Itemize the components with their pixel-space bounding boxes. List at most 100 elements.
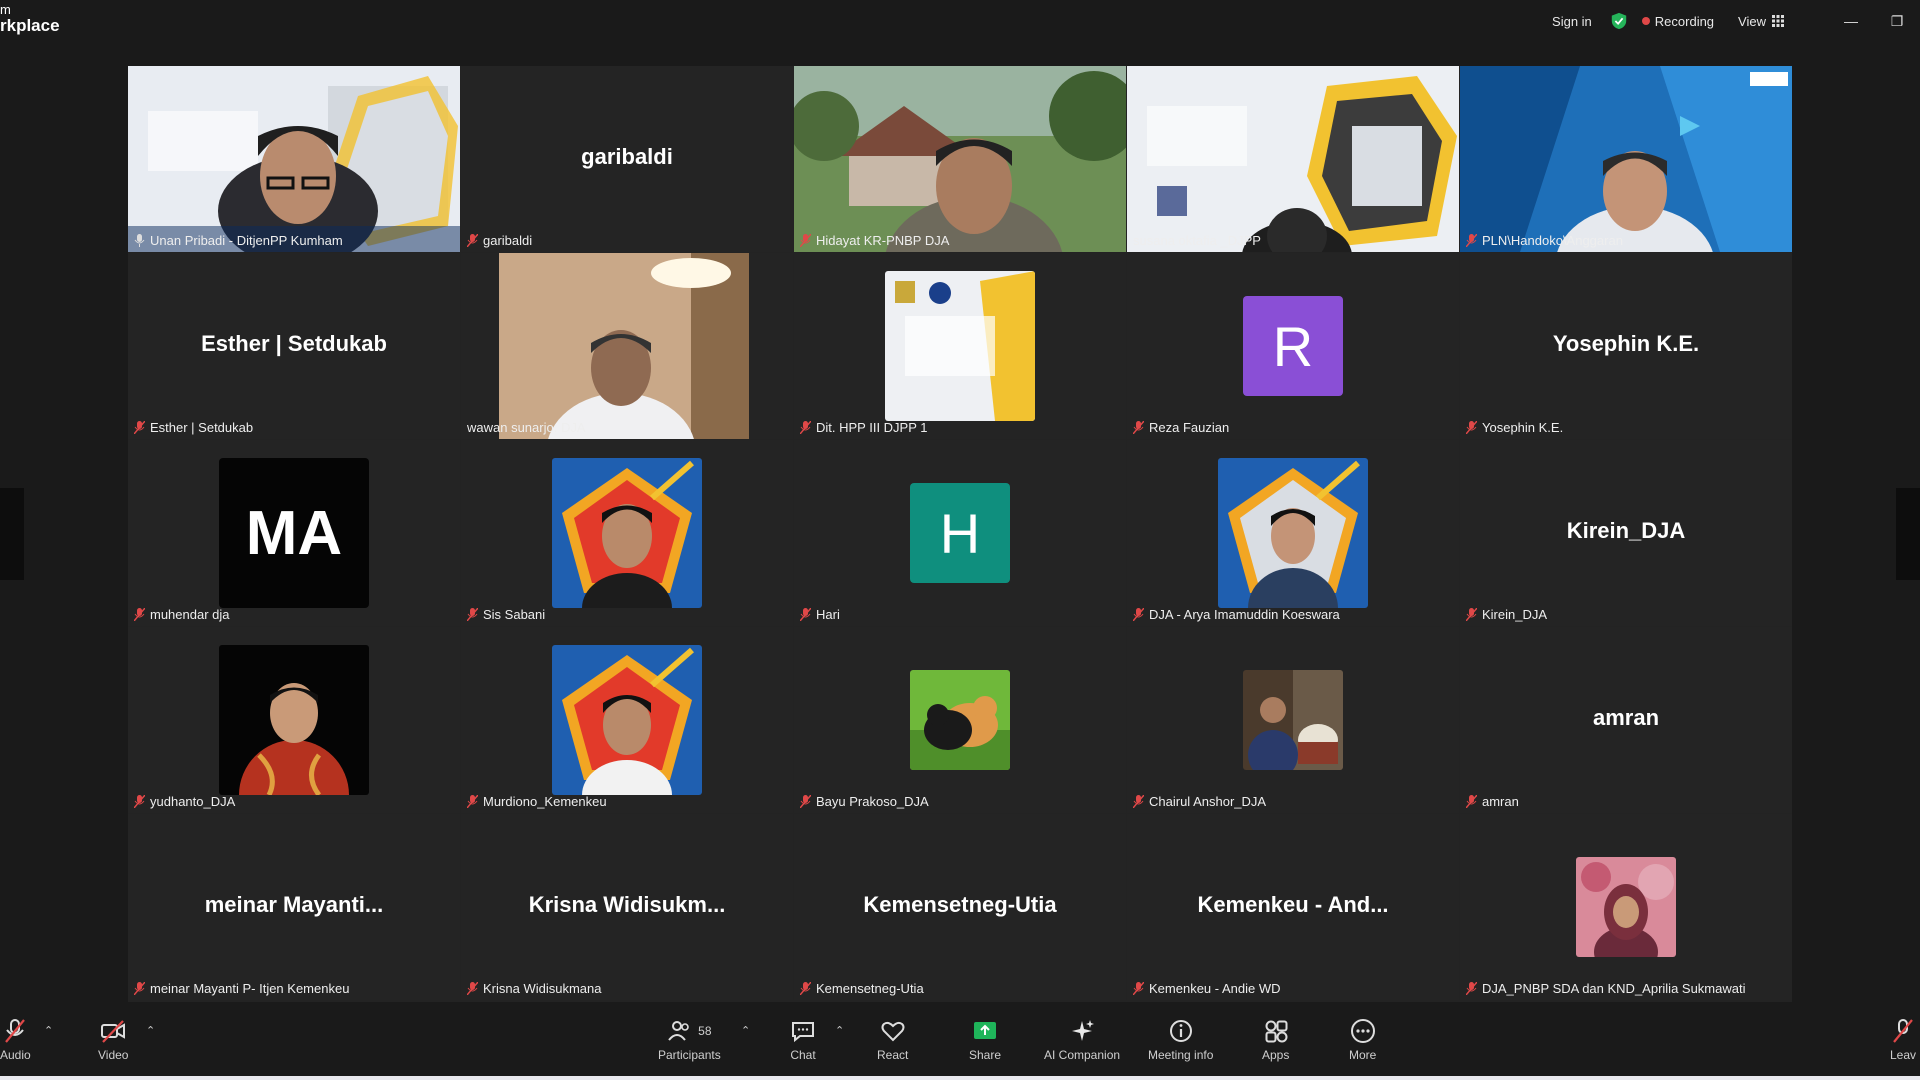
participants-button[interactable]: 58 Participants — [658, 1018, 721, 1062]
participant-tile[interactable]: R Reza Fauzian — [1127, 253, 1459, 439]
participant-tile[interactable]: amran amran — [1460, 627, 1792, 813]
participant-name: Hidayat KR-PNBP DJA — [800, 233, 949, 248]
security-shield-icon[interactable] — [1610, 12, 1628, 30]
participant-name: Krisna Widisukmana — [467, 981, 602, 996]
participant-tile[interactable]: Esther | Setdukab Esther | Setdukab — [128, 253, 460, 439]
grid-icon — [1772, 15, 1784, 27]
audio-button[interactable]: Audio — [0, 1018, 31, 1062]
participant-tile[interactable]: Yosephin K.E. Yosephin K.E. — [1460, 253, 1792, 439]
participant-profile-image — [885, 271, 1035, 421]
participant-profile-image — [552, 645, 702, 795]
participant-tile[interactable]: wawan sunarjo. DJA — [461, 253, 793, 439]
avatar: R — [1243, 296, 1343, 396]
right-page-tab[interactable] — [1896, 488, 1920, 580]
microphone-muted-icon — [1466, 608, 1477, 621]
audio-options-chevron-icon[interactable]: ⌃ — [44, 1024, 53, 1037]
heart-icon — [881, 1021, 905, 1042]
share-button[interactable]: Share — [969, 1018, 1001, 1062]
chat-button[interactable]: Chat — [790, 1018, 816, 1062]
participant-tile[interactable]: Sis Sabani — [461, 440, 793, 626]
microphone-icon — [134, 234, 145, 247]
view-button[interactable]: View — [1738, 14, 1784, 29]
video-feed — [794, 66, 1126, 252]
participant-tile[interactable]: Chairul Anshor_DJA — [1127, 627, 1459, 813]
participant-tile[interactable]: Hidayat KR-PNBP DJA — [794, 66, 1126, 252]
participant-tile[interactable]: Krisna Widisukm... Krisna Widisukmana — [461, 814, 793, 1000]
microphone-muted-icon — [467, 795, 478, 808]
video-gallery: Unan Pribadi - DitjenPP Kumham garibaldi… — [128, 66, 1792, 1002]
microphone-muted-icon — [1133, 421, 1144, 434]
participant-tile[interactable]: Dit. HPP III DJPP 1 — [794, 253, 1126, 439]
participants-options-chevron-icon[interactable]: ⌃ — [741, 1024, 750, 1037]
participant-tile[interactable]: susana oktafia _DJPP — [1127, 66, 1459, 252]
microphone-muted-icon — [467, 982, 478, 995]
participant-name: Yosephin K.E. — [1466, 420, 1563, 435]
participant-tile[interactable]: Murdiono_Kemenkeu — [461, 627, 793, 813]
video-button[interactable]: Video — [98, 1018, 128, 1062]
microphone-muted-icon — [800, 234, 811, 247]
chat-options-chevron-icon[interactable]: ⌃ — [835, 1024, 844, 1037]
meeting-toolbar: Audio ⌃ Video ⌃ 58 Participants ⌃ Chat ⌃… — [0, 1002, 1920, 1080]
participant-tile[interactable]: Kemenkeu - And... Kemenkeu - Andie WD — [1127, 814, 1459, 1000]
participant-tile[interactable]: yudhanto_DJA — [128, 627, 460, 813]
participant-tile[interactable]: H Hari — [794, 440, 1126, 626]
participant-name: PLN\Handoko\Anggaran — [1466, 233, 1623, 248]
participant-profile-image — [1218, 458, 1368, 608]
participant-tile[interactable]: Unan Pribadi - DitjenPP Kumham — [128, 66, 460, 252]
participant-name: Kemensetneg-Utia — [800, 981, 924, 996]
participant-name: susana oktafia _DJPP — [1133, 233, 1261, 248]
participant-name: DJA - Arya Imamuddin Koeswara — [1133, 607, 1340, 622]
participant-tile[interactable]: DJA - Arya Imamuddin Koeswara — [1127, 440, 1459, 626]
participant-name: yudhanto_DJA — [134, 794, 235, 809]
participant-name: Dit. HPP III DJPP 1 — [800, 420, 928, 435]
microphone-muted-icon — [467, 234, 478, 247]
microphone-muted-icon — [467, 608, 478, 621]
sign-in-link[interactable]: Sign in — [1552, 14, 1592, 29]
react-button[interactable]: React — [877, 1018, 908, 1062]
microphone-muted-icon — [1466, 421, 1477, 434]
minimize-button[interactable]: — — [1828, 0, 1874, 42]
video-feed — [461, 253, 793, 439]
microphone-muted-icon — [134, 982, 145, 995]
more-icon — [1350, 1019, 1375, 1043]
participant-name: Chairul Anshor_DJA — [1133, 794, 1266, 809]
title-bar: m rkplace Sign in Recording View — ❐ — [0, 0, 1920, 46]
microphone-muted-icon — [134, 795, 145, 808]
video-options-chevron-icon[interactable]: ⌃ — [146, 1024, 155, 1037]
participant-tile[interactable]: Kemensetneg-Utia Kemensetneg-Utia — [794, 814, 1126, 1000]
meeting-info-button[interactable]: Meeting info — [1148, 1018, 1213, 1062]
participant-tile[interactable]: garibaldi garibaldi — [461, 66, 793, 252]
participant-tile[interactable]: meinar Mayanti... meinar Mayanti P- Itje… — [128, 814, 460, 1000]
participant-name: Kemenkeu - Andie WD — [1133, 981, 1281, 996]
participant-tile[interactable]: PLN\Handoko\Anggaran — [1460, 66, 1792, 252]
restore-button[interactable]: ❐ — [1874, 0, 1920, 42]
video-feed — [128, 66, 460, 252]
participant-tile[interactable]: DJA_PNBP SDA dan KND_Aprilia Sukmawati — [1460, 814, 1792, 1000]
recording-indicator[interactable]: Recording — [1641, 14, 1714, 29]
apps-button[interactable]: Apps — [1262, 1018, 1289, 1062]
participant-name: Bayu Prakoso_DJA — [800, 794, 929, 809]
participant-tile[interactable]: MA muhendar dja — [128, 440, 460, 626]
participant-name: Kirein_DJA — [1466, 607, 1547, 622]
microphone-muted-icon — [1466, 234, 1477, 247]
participant-name: Esther | Setdukab — [134, 420, 253, 435]
participant-profile-image — [552, 458, 702, 608]
more-button[interactable]: More — [1349, 1018, 1376, 1062]
participant-tile[interactable]: Kirein_DJA Kirein_DJA — [1460, 440, 1792, 626]
participant-name: muhendar dja — [134, 607, 230, 622]
participant-name: Unan Pribadi - DitjenPP Kumham — [134, 233, 343, 248]
microphone-muted-icon — [134, 421, 145, 434]
participant-name: Hari — [800, 607, 840, 622]
microphone-muted-icon — [134, 608, 145, 621]
participants-count: 58 — [698, 1024, 712, 1038]
video-off-icon — [101, 1020, 126, 1043]
microphone-muted-icon — [1133, 982, 1144, 995]
sparkle-icon — [1072, 1020, 1095, 1041]
participant-tile[interactable]: Bayu Prakoso_DJA — [794, 627, 1126, 813]
left-page-tab[interactable] — [0, 488, 24, 580]
leave-button[interactable]: Leav — [1890, 1018, 1916, 1062]
participant-name: garibaldi — [467, 233, 532, 248]
video-feed — [1127, 66, 1459, 252]
participant-profile-image — [1243, 670, 1343, 770]
ai-companion-button[interactable]: AI Companion — [1044, 1018, 1120, 1062]
